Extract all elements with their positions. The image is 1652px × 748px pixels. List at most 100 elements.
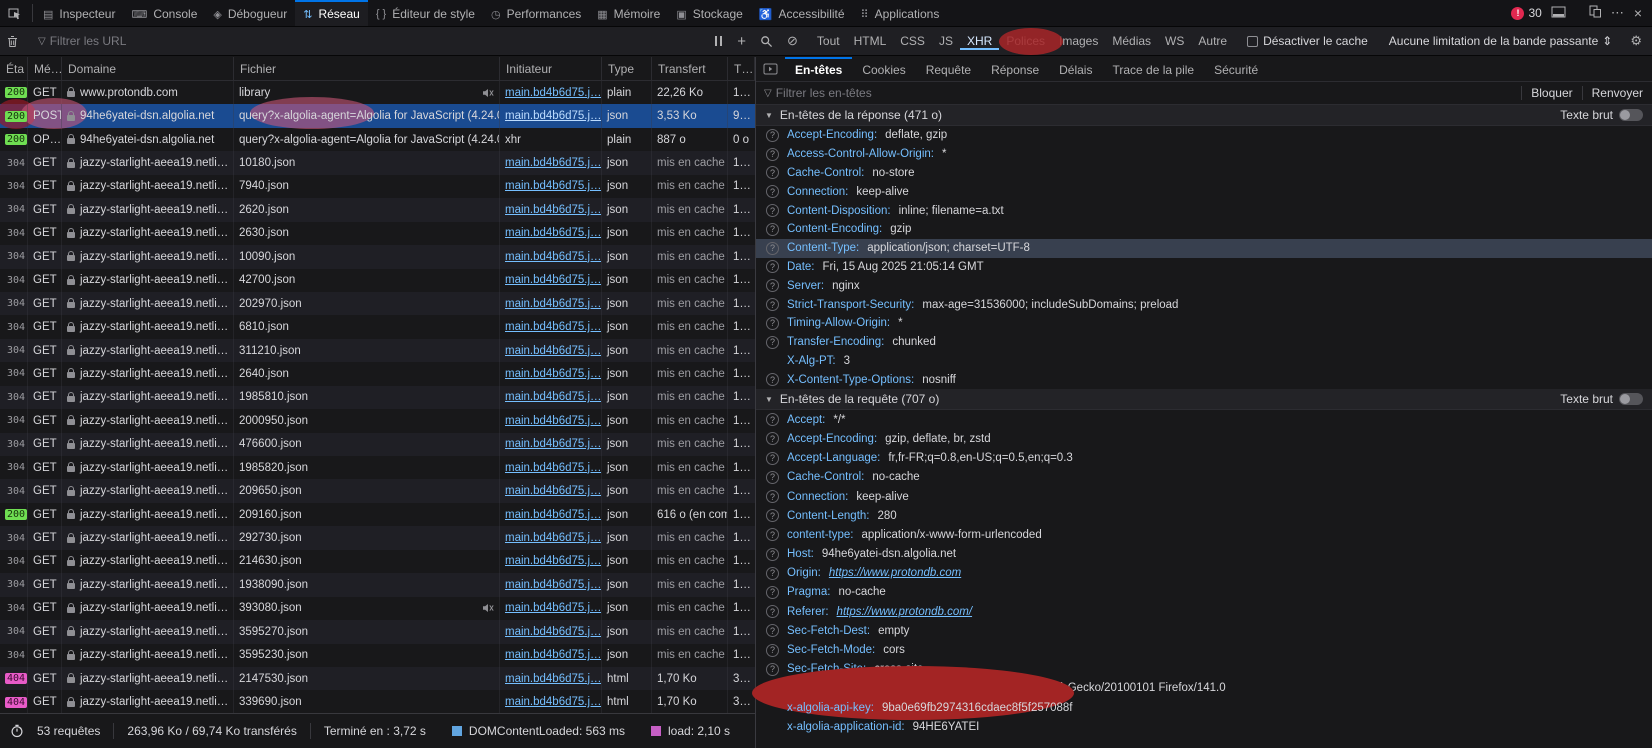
table-row[interactable]: 304GETjazzy-starlight-aeea19.netli…2620.… bbox=[0, 198, 755, 221]
table-row[interactable]: 404GETjazzy-starlight-aeea19.netli…21475… bbox=[0, 667, 755, 690]
help-icon[interactable]: ? bbox=[766, 644, 779, 657]
type-filter-ws[interactable]: WS bbox=[1158, 32, 1191, 50]
help-icon[interactable]: ? bbox=[766, 185, 779, 198]
table-row[interactable]: 304GETjazzy-starlight-aeea19.netli…21463… bbox=[0, 550, 755, 573]
initiator-link[interactable]: main.bd4b6d75.j… bbox=[505, 415, 602, 427]
header-row[interactable]: X-Alg-PT:3 bbox=[756, 352, 1652, 371]
header-row[interactable]: x-algolia-application-id:94HE6YATEI bbox=[756, 717, 1652, 736]
help-icon[interactable]: ? bbox=[766, 605, 779, 618]
header-row[interactable]: ?Origin:https://www.protondb.com bbox=[756, 564, 1652, 583]
table-row[interactable]: 304GETjazzy-starlight-aeea19.netli…2640.… bbox=[0, 362, 755, 385]
clear-requests-button[interactable] bbox=[0, 27, 25, 55]
close-icon[interactable]: × bbox=[1634, 5, 1642, 21]
column-header-1[interactable]: Mé… bbox=[28, 57, 62, 80]
header-row[interactable]: ?User-Agent:Mozilla/5.0 (X11; Linux x86_… bbox=[756, 679, 1652, 698]
table-row[interactable]: 404GETjazzy-starlight-aeea19.netli…33969… bbox=[0, 690, 755, 713]
table-row[interactable]: 304GETjazzy-starlight-aeea19.netli…10180… bbox=[0, 151, 755, 174]
header-row[interactable]: ?Timing-Allow-Origin:* bbox=[756, 314, 1652, 333]
table-row[interactable]: 304GETjazzy-starlight-aeea19.netli…10090… bbox=[0, 245, 755, 268]
header-row[interactable]: ?Date:Fri, 15 Aug 2025 21:05:14 GMT bbox=[756, 258, 1652, 277]
disable-cache-checkbox[interactable]: Désactiver le cache bbox=[1239, 34, 1376, 48]
type-filter-autre[interactable]: Autre bbox=[1191, 32, 1234, 50]
help-icon[interactable]: ? bbox=[766, 204, 779, 217]
tool-tab-console[interactable]: ⌨Console bbox=[123, 0, 205, 26]
header-row[interactable]: ?Sec-Fetch-Mode:cors bbox=[756, 640, 1652, 659]
header-row[interactable]: ?Cache-Control:no-store bbox=[756, 164, 1652, 183]
sidebar-toggle-icon[interactable] bbox=[756, 57, 785, 81]
help-icon[interactable]: ? bbox=[766, 548, 779, 561]
tool-tab-accessibilit-[interactable]: ♿Accessibilité bbox=[751, 0, 853, 26]
initiator-link[interactable]: main.bd4b6d75.j… bbox=[505, 509, 602, 521]
header-row[interactable]: ?Access-Control-Allow-Origin:* bbox=[756, 145, 1652, 164]
tool-tab-performances[interactable]: ◷Performances bbox=[483, 0, 589, 26]
help-icon[interactable]: ? bbox=[766, 129, 779, 142]
details-tab-d-lais[interactable]: Délais bbox=[1049, 57, 1102, 81]
column-header-7[interactable]: T… bbox=[728, 57, 755, 80]
help-icon[interactable]: ? bbox=[766, 336, 779, 349]
table-row[interactable]: 304GETjazzy-starlight-aeea19.netli…31121… bbox=[0, 339, 755, 362]
header-row[interactable]: ?Connection:keep-alive bbox=[756, 182, 1652, 201]
responsive-mode-icon[interactable] bbox=[1589, 5, 1602, 21]
help-icon[interactable]: ? bbox=[766, 471, 779, 484]
table-row[interactable]: 304GETjazzy-starlight-aeea19.netli…29273… bbox=[0, 526, 755, 549]
help-icon[interactable]: ? bbox=[766, 373, 779, 386]
table-row[interactable]: 200POST94he6yatei-dsn.algolia.netquery?x… bbox=[0, 104, 755, 127]
header-row[interactable]: ?Transfer-Encoding:chunked bbox=[756, 333, 1652, 352]
header-row[interactable]: ?Accept-Encoding:deflate, gzip bbox=[756, 126, 1652, 145]
table-row[interactable]: 200OP…94he6yatei-dsn.algolia.netquery?x-… bbox=[0, 128, 755, 151]
help-icon[interactable]: ? bbox=[766, 242, 779, 255]
initiator-link[interactable]: main.bd4b6d75.j… bbox=[505, 462, 602, 474]
block-requests-button[interactable]: ⊘ bbox=[780, 27, 805, 55]
initiator-link[interactable]: main.bd4b6d75.j… bbox=[505, 227, 602, 239]
header-row[interactable]: ?Content-Disposition:inline; filename=a.… bbox=[756, 201, 1652, 220]
details-tab-requ-te[interactable]: Requête bbox=[916, 57, 981, 81]
header-row[interactable]: ?Pragma:no-cache bbox=[756, 583, 1652, 602]
help-icon[interactable]: ? bbox=[766, 586, 779, 599]
tool-tab-r-seau[interactable]: ⇅Réseau bbox=[295, 0, 368, 26]
initiator-link[interactable]: main.bd4b6d75.j… bbox=[505, 626, 602, 638]
initiator-link[interactable]: main.bd4b6d75.j… bbox=[505, 555, 602, 567]
response-headers-section-header[interactable]: ▼ En-têtes de la réponse (471 o) Texte b… bbox=[756, 105, 1652, 126]
header-row[interactable]: ?Sec-Fetch-Dest:empty bbox=[756, 621, 1652, 640]
header-row[interactable]: ?Content-Length:280 bbox=[756, 506, 1652, 525]
initiator-link[interactable]: main.bd4b6d75.j… bbox=[505, 110, 602, 122]
tool-tab-inspecteur[interactable]: ▤Inspecteur bbox=[35, 0, 123, 26]
header-row[interactable]: ?Strict-Transport-Security:max-age=31536… bbox=[756, 295, 1652, 314]
url-filter-input[interactable] bbox=[50, 27, 702, 55]
initiator-link[interactable]: main.bd4b6d75.j… bbox=[505, 438, 602, 450]
table-row[interactable]: 200GETjazzy-starlight-aeea19.netli…20916… bbox=[0, 503, 755, 526]
tool-tab-d-bogueur[interactable]: ◈Débogueur bbox=[205, 0, 295, 26]
initiator-link[interactable]: main.bd4b6d75.j… bbox=[505, 602, 602, 614]
column-header-4[interactable]: Initiateur bbox=[500, 57, 602, 80]
help-icon[interactable]: ? bbox=[766, 567, 779, 580]
header-row[interactable]: ?Accept-Language:fr,fr-FR;q=0.8,en-US;q=… bbox=[756, 449, 1652, 468]
help-icon[interactable]: ? bbox=[766, 148, 779, 161]
header-row[interactable]: x-algolia-api-key:9ba0e69fb2974316cdaec8… bbox=[756, 698, 1652, 717]
details-tab-r-ponse[interactable]: Réponse bbox=[981, 57, 1049, 81]
column-header-5[interactable]: Type bbox=[602, 57, 652, 80]
table-row[interactable]: 200GETwww.protondb.comlibrarymain.bd4b6d… bbox=[0, 81, 755, 104]
header-value-link[interactable]: https://www.protondb.com/ bbox=[837, 606, 973, 618]
type-filter-css[interactable]: CSS bbox=[893, 32, 932, 50]
pause-traffic-button[interactable] bbox=[706, 27, 730, 55]
details-tab-s-curit-[interactable]: Sécurité bbox=[1204, 57, 1268, 81]
help-icon[interactable]: ? bbox=[766, 452, 779, 465]
header-row[interactable]: ?Cache-Control:no-cache bbox=[756, 468, 1652, 487]
table-row[interactable]: 304GETjazzy-starlight-aeea19.netli…7940.… bbox=[0, 175, 755, 198]
help-icon[interactable]: ? bbox=[766, 260, 779, 273]
throttle-dropdown[interactable]: Aucune limitation de la bande passante ⇕ bbox=[1381, 34, 1621, 48]
column-header-0[interactable]: Éta bbox=[0, 57, 28, 80]
initiator-link[interactable]: main.bd4b6d75.j… bbox=[505, 532, 602, 544]
table-row[interactable]: 304GETjazzy-starlight-aeea19.netli…42700… bbox=[0, 269, 755, 292]
table-row[interactable]: 304GETjazzy-starlight-aeea19.netli…2630.… bbox=[0, 222, 755, 245]
help-icon[interactable]: ? bbox=[766, 298, 779, 311]
initiator-link[interactable]: main.bd4b6d75.j… bbox=[505, 298, 602, 310]
header-row[interactable]: ?Accept-Encoding:gzip, deflate, br, zstd bbox=[756, 429, 1652, 448]
type-filter-images[interactable]: Images bbox=[1052, 32, 1105, 50]
help-icon[interactable]: ? bbox=[766, 223, 779, 236]
header-row[interactable]: ?Host:94he6yatei-dsn.algolia.net bbox=[756, 544, 1652, 563]
initiator-link[interactable]: main.bd4b6d75.j… bbox=[505, 251, 602, 263]
raw-toggle-request[interactable]: Texte brut bbox=[1560, 392, 1643, 406]
column-header-6[interactable]: Transfert bbox=[652, 57, 728, 80]
table-row[interactable]: 304GETjazzy-starlight-aeea19.netli…20009… bbox=[0, 409, 755, 432]
